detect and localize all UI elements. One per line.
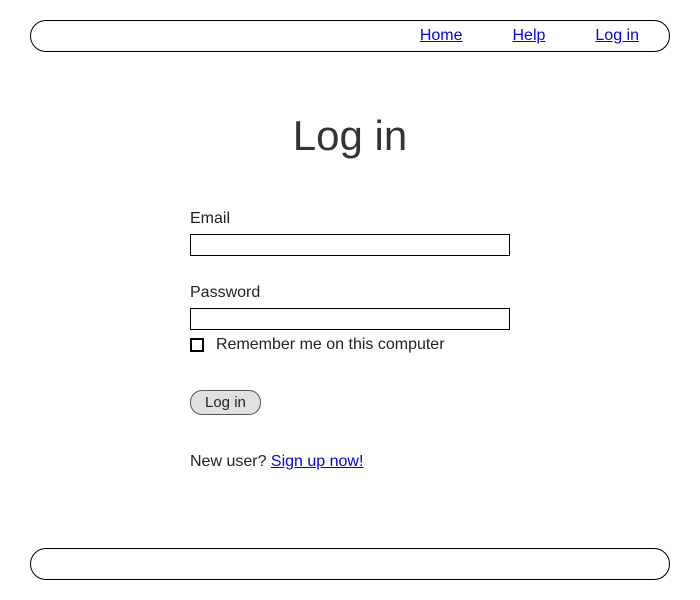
signup-link[interactable]: Sign up now! xyxy=(271,453,364,470)
header-nav: Home Help Log in xyxy=(420,27,639,45)
email-label: Email xyxy=(190,210,510,228)
page-title: Log in xyxy=(190,112,510,160)
nav-help-link[interactable]: Help xyxy=(513,27,546,45)
email-field-group: Email xyxy=(190,210,510,256)
password-input[interactable] xyxy=(190,308,510,330)
nav-home-link[interactable]: Home xyxy=(420,27,463,45)
login-form: Log in Email Password Remember me on thi… xyxy=(190,112,510,471)
nav-login-link[interactable]: Log in xyxy=(595,27,639,45)
signup-prompt: New user? xyxy=(190,453,271,470)
password-field-group: Password Remember me on this computer xyxy=(190,284,510,354)
remember-label: Remember me on this computer xyxy=(216,336,445,354)
login-button[interactable]: Log in xyxy=(190,390,261,415)
header-bar: Home Help Log in xyxy=(30,20,670,52)
footer-bar xyxy=(30,548,670,580)
password-label: Password xyxy=(190,284,510,302)
email-input[interactable] xyxy=(190,234,510,256)
remember-checkbox[interactable] xyxy=(190,338,204,352)
signup-row: New user? Sign up now! xyxy=(190,453,510,471)
remember-row: Remember me on this computer xyxy=(190,336,510,354)
